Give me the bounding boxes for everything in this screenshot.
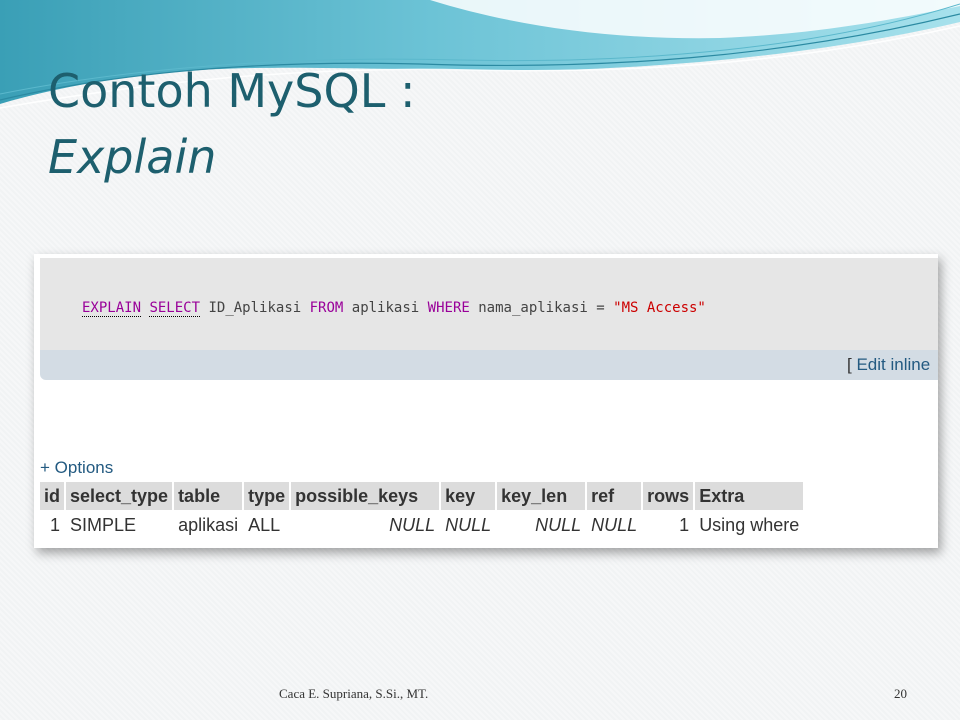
page-number: 20	[894, 686, 907, 701]
cell-key-len: NULL	[535, 514, 582, 535]
sql-operator: =	[596, 300, 605, 316]
column-header-extra[interactable]: Extra	[695, 482, 804, 510]
phpmyadmin-screenshot: EXPLAIN SELECT ID_Aplikasi FROM aplikasi…	[34, 254, 938, 548]
sql-query-box: EXPLAIN SELECT ID_Aplikasi FROM aplikasi…	[40, 258, 938, 354]
cell-type: ALL	[248, 514, 281, 535]
column-header-table[interactable]: table	[174, 482, 243, 510]
sql-keyword-explain[interactable]: EXPLAIN	[82, 300, 142, 317]
column-header-type[interactable]: type	[244, 482, 290, 510]
cell-ref: NULL	[591, 514, 638, 535]
column-header-ref[interactable]: ref	[587, 482, 642, 510]
sql-keyword-select[interactable]: SELECT	[149, 300, 201, 317]
edit-inline-bracket: [	[847, 355, 852, 374]
cell-select-type: SIMPLE	[70, 514, 137, 535]
column-header-id[interactable]: id	[40, 482, 64, 510]
sql-keyword-where: WHERE	[427, 300, 470, 316]
table-row: 1 SIMPLE aplikasi ALL NULL NULL NULL NUL…	[40, 510, 803, 540]
footer-author: Caca E. Supriana, S.Si., MT.	[279, 686, 429, 701]
sql-keyword-from: FROM	[309, 300, 344, 316]
sql-condition-column: nama_aplikasi	[478, 300, 588, 316]
column-header-key-len[interactable]: key_len	[497, 482, 586, 510]
slide-title: Contoh MySQL : Explain	[48, 58, 415, 190]
table-header-row: id select_type table type possible_keys …	[40, 482, 804, 510]
column-header-select-type[interactable]: select_type	[66, 482, 173, 510]
edit-inline-control: [ Edit inline	[847, 355, 930, 375]
title-line-2: Explain	[48, 130, 217, 184]
column-header-possible-keys[interactable]: possible_keys	[291, 482, 440, 510]
sql-table: aplikasi	[351, 300, 420, 316]
explain-result-table: id select_type table type possible_keys …	[38, 482, 805, 540]
title-line-1: Contoh MySQL :	[48, 64, 416, 118]
column-header-rows[interactable]: rows	[643, 482, 694, 510]
sql-string-value: "MS Access"	[613, 300, 706, 316]
edit-inline-link[interactable]: Edit inline	[856, 355, 930, 374]
sql-query: EXPLAIN SELECT ID_Aplikasi FROM aplikasi…	[82, 300, 706, 317]
column-header-key[interactable]: key	[441, 482, 496, 510]
options-toggle[interactable]: + Options	[40, 458, 113, 478]
cell-possible-keys: NULL	[389, 514, 436, 535]
sql-column: ID_Aplikasi	[208, 300, 302, 316]
cell-key: NULL	[445, 514, 492, 535]
cell-table: aplikasi	[178, 514, 239, 535]
cell-extra: Using where	[699, 514, 800, 535]
cell-id: 1	[49, 514, 60, 535]
cell-rows: 1	[679, 514, 690, 535]
query-action-bar	[40, 350, 938, 380]
